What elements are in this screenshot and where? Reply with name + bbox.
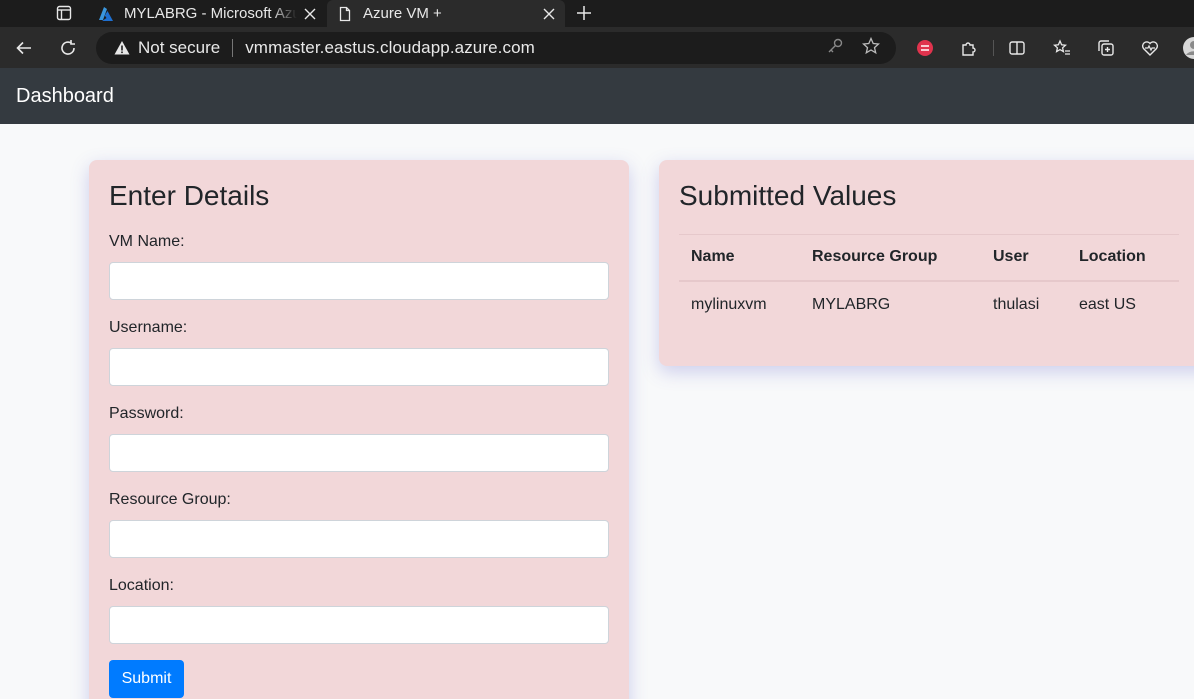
back-button[interactable] — [12, 36, 36, 60]
cell-user: thulasi — [981, 280, 1067, 329]
table-row: mylinuxvm MYLABRG thulasi east US — [679, 280, 1179, 329]
cell-resource-group: MYLABRG — [800, 280, 981, 329]
extension-red-icon — [917, 40, 933, 56]
top-navbar: Dashboard — [0, 68, 1194, 124]
refresh-button[interactable] — [56, 36, 80, 60]
resource-group-input[interactable] — [109, 520, 609, 558]
warning-icon[interactable] — [114, 40, 130, 56]
security-status[interactable]: Not secure — [138, 38, 220, 58]
address-bar[interactable]: Not secure vmmaster.eastus.cloudapp.azur… — [96, 32, 896, 64]
close-tab-icon[interactable] — [303, 7, 317, 21]
enter-details-card: Enter Details VM Name: Username: Passwor… — [89, 160, 629, 699]
refresh-icon — [61, 40, 75, 55]
form-title: Enter Details — [109, 180, 270, 211]
submitted-title: Submitted Values — [679, 180, 897, 211]
browser-tab-bar: MYLABRG - Microsoft Azure Azure VM + — [0, 0, 1194, 27]
document-icon — [337, 6, 353, 22]
password-input[interactable] — [109, 434, 609, 472]
column-header-name: Name — [679, 234, 800, 282]
browser-essentials-button[interactable] — [1138, 36, 1162, 60]
username-label: Username: — [109, 319, 188, 336]
vm-name-input[interactable] — [109, 262, 609, 300]
profile-avatar[interactable] — [1182, 36, 1194, 60]
favorites-button[interactable] — [1050, 36, 1074, 60]
tab-title: Azure VM + — [363, 5, 442, 22]
browser-tab-azure-portal[interactable]: MYLABRG - Microsoft Azure — [88, 0, 326, 27]
toolbar-divider — [993, 40, 994, 56]
extension-button[interactable] — [913, 36, 937, 60]
tab-title: MYLABRG - Microsoft Azure — [124, 5, 297, 22]
browser-tab-azure-vm[interactable]: Azure VM + — [327, 0, 565, 27]
column-header-user: User — [981, 234, 1067, 282]
location-label: Location: — [109, 577, 174, 594]
browser-toolbar: Not secure vmmaster.eastus.cloudapp.azur… — [0, 27, 1194, 68]
favorite-star-icon[interactable] — [861, 36, 881, 60]
tab-actions-button[interactable] — [48, 2, 80, 24]
key-icon[interactable] — [826, 37, 844, 60]
submit-button[interactable]: Submit — [109, 660, 184, 698]
username-input[interactable] — [109, 348, 609, 386]
tab-actions-icon — [56, 5, 72, 21]
cell-location: east US — [1067, 280, 1179, 329]
extensions-button[interactable] — [957, 36, 981, 60]
column-header-location: Location — [1067, 234, 1179, 282]
close-tab-icon[interactable] — [542, 7, 556, 21]
plus-icon — [577, 6, 591, 20]
submitted-values-table: Name Resource Group User Location mylinu… — [679, 234, 1179, 329]
back-arrow-icon — [16, 41, 31, 55]
favorites-icon — [1053, 39, 1070, 55]
column-header-resource-group: Resource Group — [800, 234, 981, 282]
table-header-row: Name Resource Group User Location — [679, 234, 1179, 282]
url-text[interactable]: vmmaster.eastus.cloudapp.azure.com — [245, 38, 535, 58]
azure-logo-icon — [98, 6, 114, 22]
cell-name: mylinuxvm — [679, 280, 800, 329]
address-actions — [826, 36, 881, 60]
puzzle-icon — [962, 42, 976, 56]
collections-button[interactable] — [1094, 36, 1118, 60]
location-input[interactable] — [109, 606, 609, 644]
split-screen-button[interactable] — [1005, 36, 1029, 60]
collections-icon — [1098, 40, 1114, 56]
password-label: Password: — [109, 405, 184, 422]
heart-pulse-icon — [1141, 41, 1159, 56]
split-screen-icon — [1009, 41, 1025, 55]
profile-icon — [1183, 37, 1194, 59]
submitted-values-card: Submitted Values Name Resource Group Use… — [659, 160, 1194, 366]
navbar-brand[interactable]: Dashboard — [16, 85, 114, 108]
address-divider — [232, 39, 234, 57]
vm-name-label: VM Name: — [109, 233, 185, 250]
new-tab-button[interactable] — [573, 2, 595, 24]
resource-group-label: Resource Group: — [109, 491, 231, 508]
